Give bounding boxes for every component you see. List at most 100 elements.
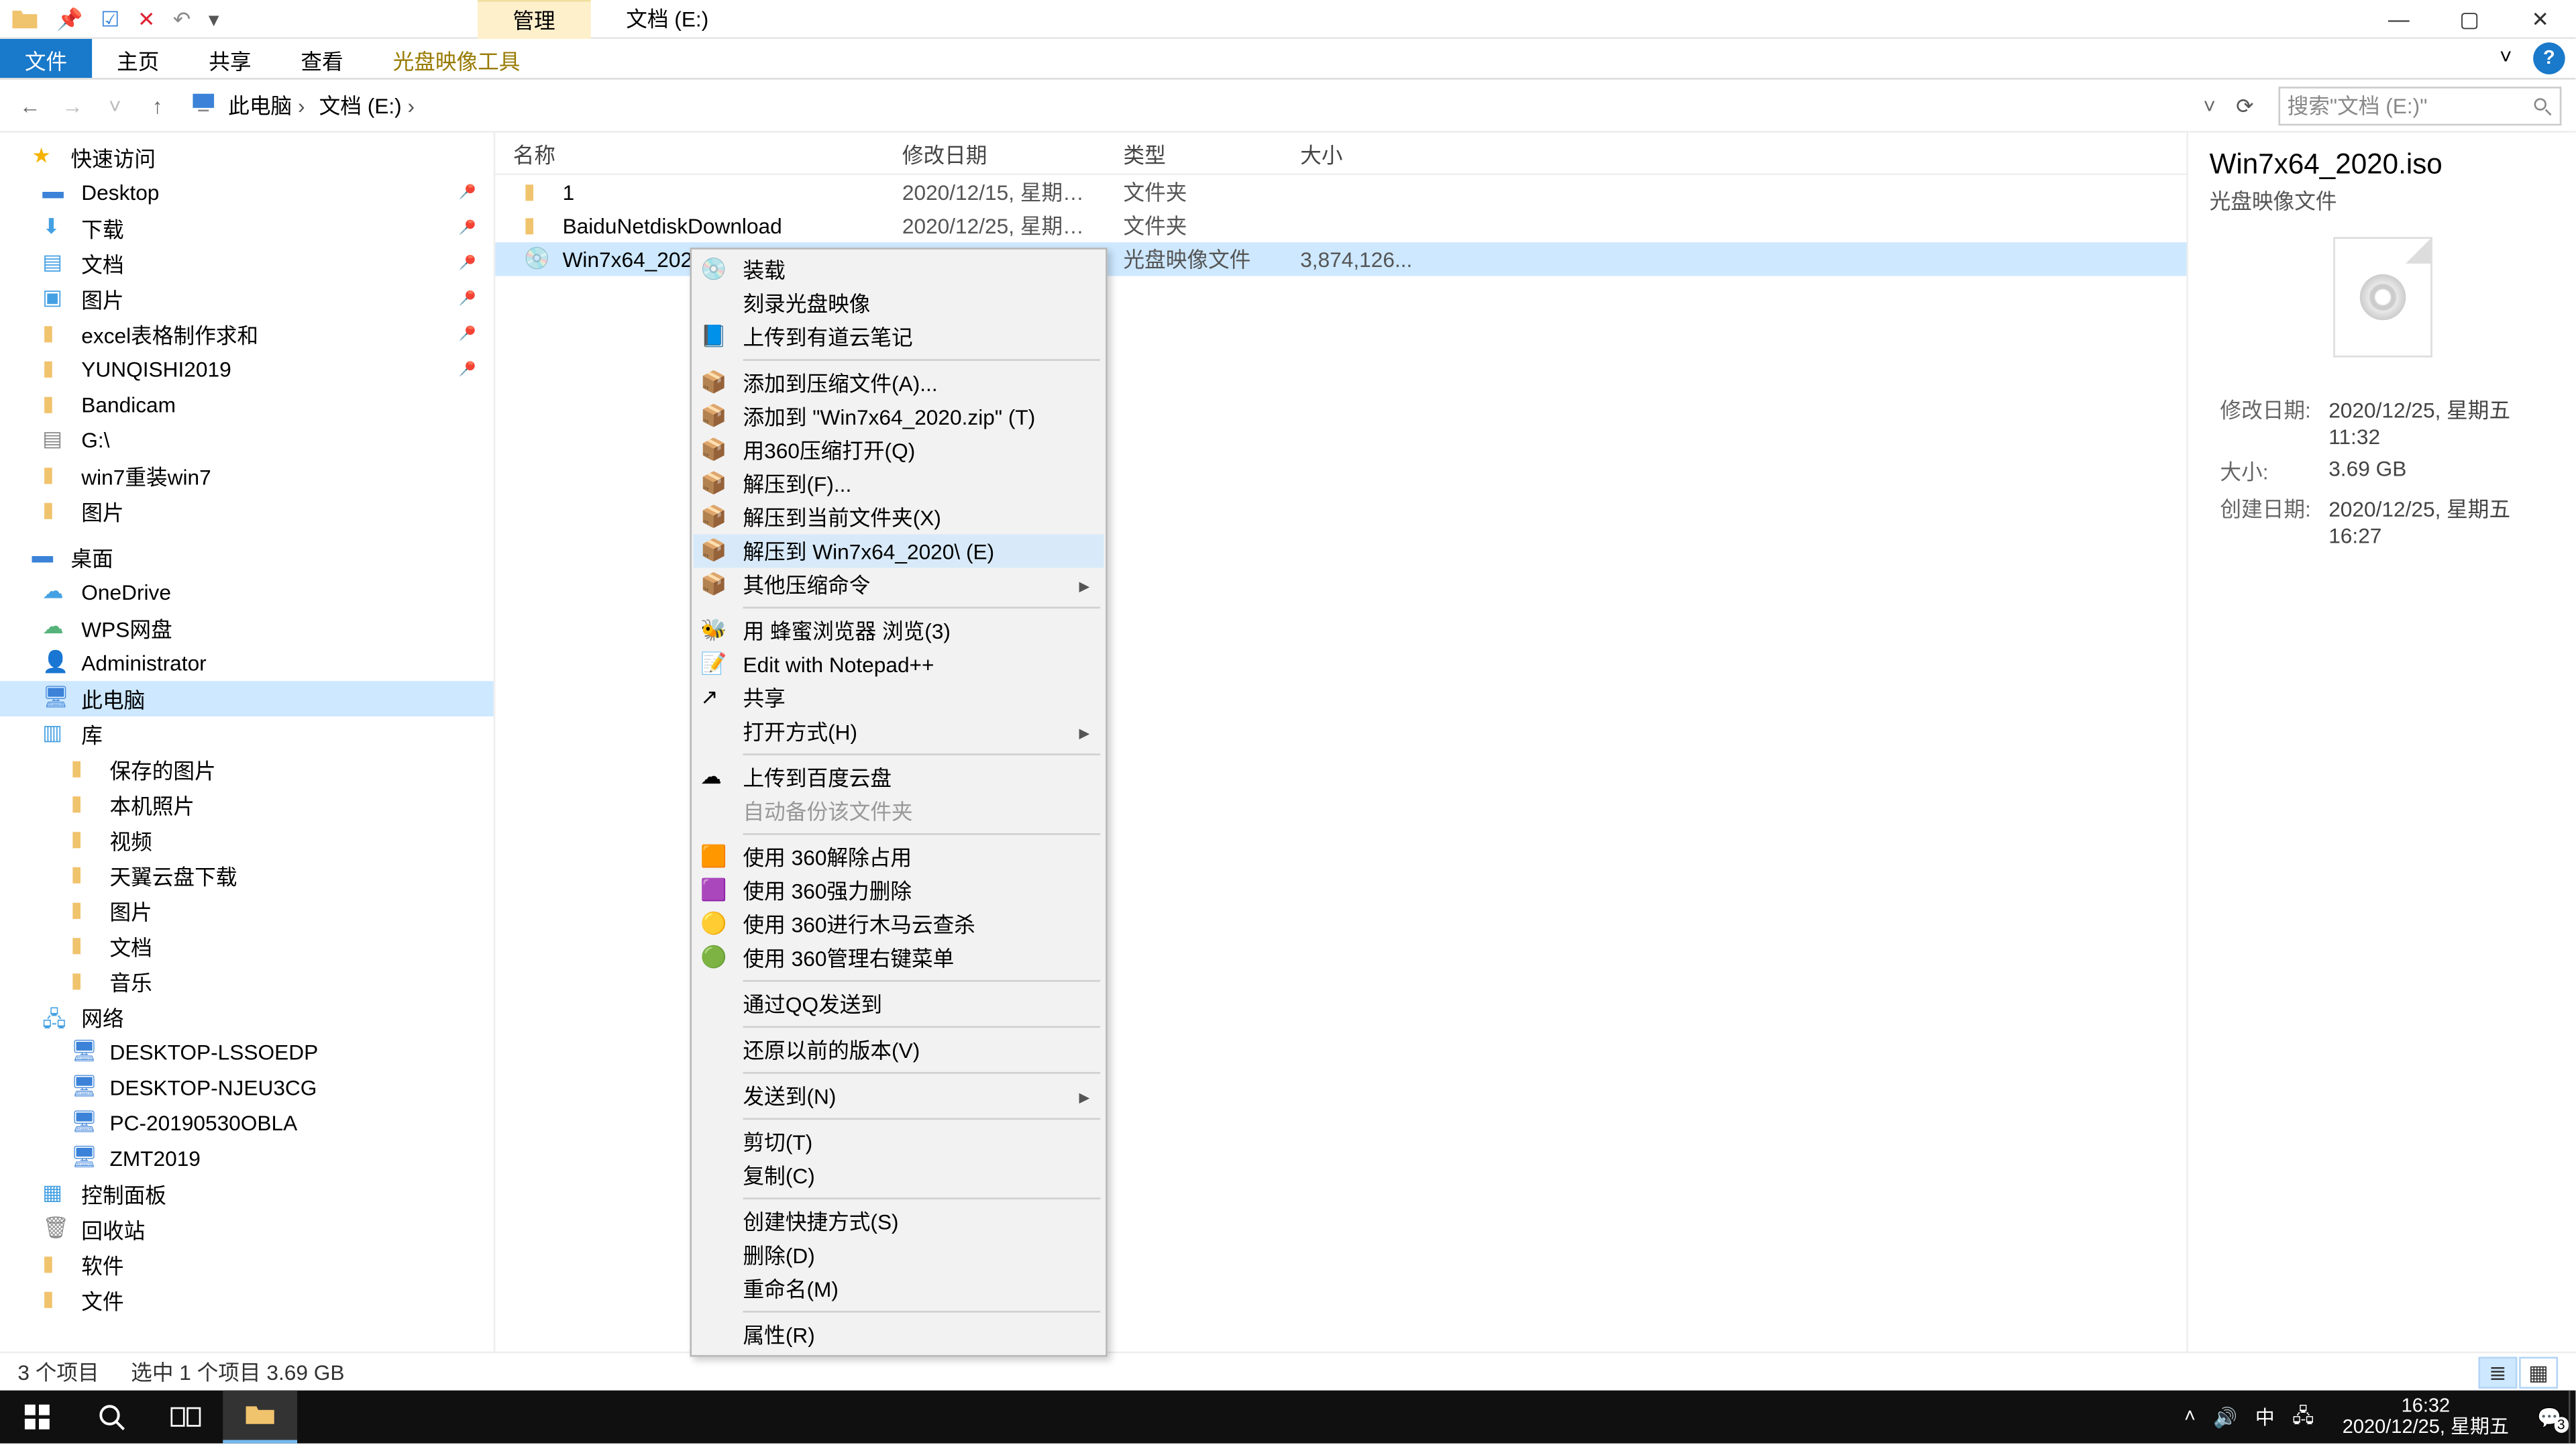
context-menu-item[interactable]: ↗共享 <box>694 681 1104 714</box>
context-menu-item[interactable]: ☁上传到百度云盘 <box>694 761 1104 794</box>
context-menu-item[interactable]: 删除(D) <box>694 1238 1104 1272</box>
sidebar-item[interactable]: 🖥DESKTOP-LSSOEDP <box>0 1035 494 1071</box>
tab-view[interactable]: 查看 <box>276 39 368 78</box>
context-menu-item[interactable]: 发送到(N)▸ <box>694 1079 1104 1113</box>
back-button[interactable]: ← <box>14 93 46 117</box>
sidebar-item[interactable]: 🖥DESKTOP-NJEU3CG <box>0 1070 494 1106</box>
header-type[interactable]: 类型 <box>1106 133 1283 174</box>
sidebar-item[interactable]: ▮图片 <box>0 494 494 529</box>
ribbon-context-tab[interactable]: 管理 <box>478 0 591 38</box>
context-menu-item[interactable]: 💿装载 <box>694 253 1104 286</box>
context-menu-item[interactable]: 📝Edit with Notepad++ <box>694 647 1104 681</box>
sidebar-item[interactable]: ▤G:\ <box>0 423 494 458</box>
up-button[interactable]: ↑ <box>142 93 173 117</box>
checkmark-icon[interactable]: ☑ <box>101 6 119 31</box>
context-menu-item[interactable]: 🟢使用 360管理右键菜单 <box>694 941 1104 975</box>
sidebar-item[interactable]: ▮文件 <box>0 1283 494 1318</box>
sidebar-item[interactable]: ▮保存的图片 <box>0 752 494 788</box>
sidebar-desktop[interactable]: ▬桌面 <box>0 539 494 575</box>
sidebar-network[interactable]: 🖧网络 <box>0 1000 494 1035</box>
ime-indicator[interactable]: 中 <box>2255 1403 2275 1431</box>
tab-share[interactable]: 共享 <box>184 39 276 78</box>
navigation-pane[interactable]: ★快速访问 ▬Desktop📍 ⬇下载📍 ▤文档📍 ▣图片📍 ▮excel表格制… <box>0 133 495 1352</box>
volume-icon[interactable]: 🔊 <box>2213 1405 2237 1428</box>
sidebar-control-panel[interactable]: ▦控制面板 <box>0 1177 494 1212</box>
context-menu-item[interactable]: 创建快捷方式(S) <box>694 1205 1104 1238</box>
context-menu-item[interactable]: 重命名(M) <box>694 1272 1104 1305</box>
delete-icon[interactable]: ✕ <box>138 6 156 31</box>
context-menu-item[interactable]: 打开方式(H)▸ <box>694 714 1104 748</box>
header-date[interactable]: 修改日期 <box>885 133 1106 174</box>
sidebar-item[interactable]: ▮本机照片 <box>0 787 494 822</box>
sidebar-item[interactable]: ▤文档📍 <box>0 246 494 282</box>
search-input[interactable]: 搜索"文档 (E:)" <box>2278 86 2561 125</box>
column-headers[interactable]: 名称 修改日期 类型 大小 <box>495 133 2186 175</box>
details-view-button[interactable]: ≣ <box>2478 1356 2517 1387</box>
recent-dropdown-icon[interactable]: ˅ <box>99 93 131 117</box>
pin-icon[interactable]: 📌 <box>56 6 83 31</box>
undo-icon[interactable]: ↶ <box>173 6 191 31</box>
breadcrumb[interactable]: 此电脑 文档 (E:) <box>184 85 2183 126</box>
minimize-button[interactable]: — <box>2363 6 2434 31</box>
sidebar-item[interactable]: ▣图片📍 <box>0 281 494 317</box>
tab-file[interactable]: 文件 <box>0 39 92 78</box>
refresh-button[interactable]: ⟳ <box>2236 93 2267 117</box>
sidebar-item[interactable]: ▮图片 <box>0 894 494 929</box>
task-view-button[interactable] <box>149 1391 223 1444</box>
context-menu-item[interactable]: 🟪使用 360强力删除 <box>694 874 1104 908</box>
taskbar[interactable]: ˄ 🔊 中 🖧 16:32 2020/12/25, 星期五 💬3 <box>0 1391 2575 1444</box>
explorer-taskbar-icon[interactable] <box>223 1391 297 1444</box>
context-menu-item[interactable]: 剪切(T) <box>694 1125 1104 1159</box>
sidebar-quick-access[interactable]: ★快速访问 <box>0 140 494 175</box>
sidebar-item[interactable]: ☁OneDrive <box>0 575 494 610</box>
sidebar-item[interactable]: ▥库 <box>0 716 494 752</box>
sidebar-item[interactable]: ▮YUNQISHI2019📍 <box>0 352 494 388</box>
context-menu-item[interactable]: 🟡使用 360进行木马云查杀 <box>694 908 1104 941</box>
file-row[interactable]: ▮1 2020/12/15, 星期二 1... 文件夹 <box>495 175 2186 209</box>
context-menu-item[interactable]: 📦解压到当前文件夹(X) <box>694 500 1104 534</box>
sidebar-item[interactable]: ▮软件 <box>0 1247 494 1283</box>
sidebar-item[interactable]: ▮天翼云盘下载 <box>0 858 494 894</box>
context-menu[interactable]: 💿装载刻录光盘映像📘上传到有道云笔记📦添加到压缩文件(A)...📦添加到 "Wi… <box>690 248 1107 1356</box>
tray-chevron-icon[interactable]: ˄ <box>2184 1406 2196 1428</box>
context-menu-item[interactable]: 📦解压到(F)... <box>694 467 1104 500</box>
context-menu-item[interactable]: 属性(R) <box>694 1318 1104 1352</box>
context-menu-item[interactable]: 📘上传到有道云笔记 <box>694 320 1104 354</box>
context-menu-item[interactable]: 📦解压到 Win7x64_2020\ (E) <box>694 534 1104 568</box>
context-menu-item[interactable]: 刻录光盘映像 <box>694 286 1104 320</box>
sidebar-item[interactable]: 👤Administrator <box>0 646 494 682</box>
sidebar-recycle-bin[interactable]: 🗑回收站 <box>0 1212 494 1247</box>
context-menu-item[interactable]: 通过QQ发送到 <box>694 987 1104 1020</box>
tab-home[interactable]: 主页 <box>92 39 184 78</box>
expand-ribbon-icon[interactable]: ˅ <box>2489 39 2522 78</box>
header-size[interactable]: 大小 <box>1283 133 1407 174</box>
sidebar-item[interactable]: ☁WPS网盘 <box>0 610 494 646</box>
context-menu-item[interactable]: 📦用360压缩打开(Q) <box>694 433 1104 467</box>
icons-view-button[interactable]: ▦ <box>2519 1356 2558 1387</box>
sidebar-item[interactable]: ▬Desktop📍 <box>0 175 494 211</box>
header-name[interactable]: 名称 <box>495 133 884 174</box>
file-row[interactable]: ▮BaiduNetdiskDownload 2020/12/25, 星期五 1.… <box>495 209 2186 242</box>
breadcrumb-segment[interactable]: 此电脑 <box>225 87 309 123</box>
sidebar-item[interactable]: ▮文档 <box>0 928 494 964</box>
close-button[interactable]: ✕ <box>2505 6 2575 31</box>
sidebar-item[interactable]: ▮win7重装win7 <box>0 458 494 494</box>
sidebar-item[interactable]: ▮excel表格制作求和📍 <box>0 317 494 352</box>
system-tray[interactable]: ˄ 🔊 中 🖧 16:32 2020/12/25, 星期五 💬3 <box>2177 1395 2569 1438</box>
network-icon[interactable]: 🖧 <box>2292 1400 2314 1434</box>
maximize-button[interactable]: ▢ <box>2434 6 2505 31</box>
search-button[interactable] <box>74 1391 149 1444</box>
show-desktop-button[interactable] <box>2569 1391 2576 1444</box>
context-menu-item[interactable]: 复制(C) <box>694 1159 1104 1192</box>
sidebar-item[interactable]: ▮Bandicam <box>0 388 494 423</box>
context-menu-item[interactable]: 还原以前的版本(V) <box>694 1033 1104 1067</box>
start-button[interactable] <box>0 1391 74 1444</box>
sidebar-item[interactable]: 🖥PC-20190530OBLA <box>0 1106 494 1141</box>
context-menu-item[interactable]: 🟧使用 360解除占用 <box>694 841 1104 874</box>
forward-button[interactable]: → <box>56 93 88 117</box>
context-menu-item[interactable]: 📦添加到压缩文件(A)... <box>694 366 1104 400</box>
context-menu-item[interactable]: 📦其他压缩命令▸ <box>694 568 1104 601</box>
breadcrumb-dropdown-icon[interactable]: ˅ <box>2194 93 2225 117</box>
clock[interactable]: 16:32 2020/12/25, 星期五 <box>2332 1395 2520 1438</box>
tab-disc-image-tools[interactable]: 光盘映像工具 <box>368 39 545 78</box>
